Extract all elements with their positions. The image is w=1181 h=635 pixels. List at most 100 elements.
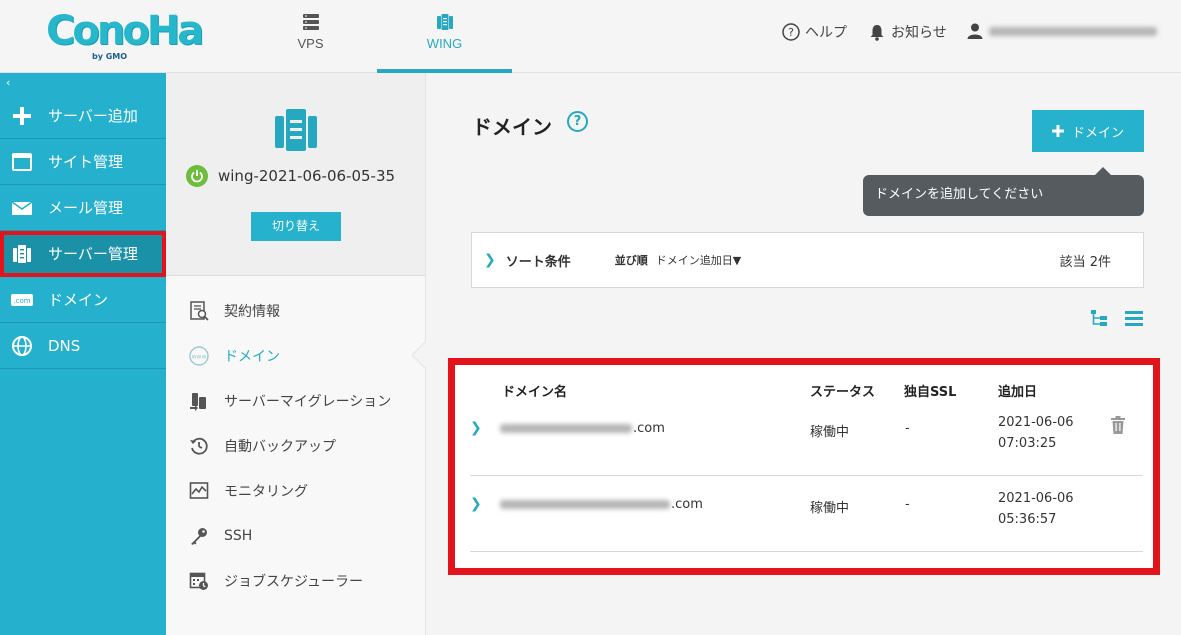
table-row[interactable]: ❯ .com 稼働中 - 2021-06-06 07:03:25 <box>470 400 1143 476</box>
domain-list: ドメイン名 ステータス 独自SSL 追加日 ❯ .com 稼働中 - 2021-… <box>448 358 1160 575</box>
server-icon <box>10 242 34 266</box>
added-date-day: 2021-06-06 <box>998 415 1074 430</box>
sidebar-item-server[interactable]: サーバー管理 <box>0 231 166 277</box>
menu-item-label: サーバーマイグレーション <box>224 393 392 410</box>
sidebar-item-label: DNS <box>48 336 81 355</box>
sidebar-item-label: サイト管理 <box>48 153 124 171</box>
menu-item-label: 自動バックアップ <box>224 438 336 455</box>
added-date-time: 05:36:57 <box>998 512 1057 527</box>
menu-item-domain[interactable]: www ドメイン <box>166 333 426 378</box>
domain-name[interactable]: .com <box>500 497 703 512</box>
plus-icon <box>1051 125 1064 137</box>
bell-icon <box>870 25 884 41</box>
sidebar-item-domain[interactable]: .com ドメイン <box>0 277 166 323</box>
sort-order-select[interactable]: ドメイン追加日▼ <box>656 252 741 268</box>
sort-order-label: 並び順 <box>614 254 648 267</box>
sidebar-item-site[interactable]: サイト管理 <box>0 139 166 185</box>
header-added-date: 追加日 <box>998 385 1038 400</box>
help-link[interactable]: ? ヘルプ <box>782 22 847 42</box>
server-large-icon <box>275 109 317 151</box>
add-domain-label: ドメイン <box>1071 125 1124 141</box>
calendar-clock-icon <box>188 570 210 592</box>
sidebar-item-label: サーバー管理 <box>48 245 138 263</box>
menu-item-contract[interactable]: 契約情報 <box>166 288 425 333</box>
result-count: 該当 2件 <box>1059 254 1111 270</box>
top-bar: ConoHa by GMO VPS WING ? ヘルプ お知らせ <box>0 0 1181 73</box>
view-toggle <box>1090 308 1144 328</box>
help-icon[interactable]: ? <box>567 111 588 132</box>
logo-text: ConoHa <box>46 8 204 54</box>
chevron-right-icon: ❯ <box>484 252 496 268</box>
server-name-text: wing-2021-06-06-05-35 <box>218 167 396 185</box>
list-view-icon[interactable] <box>1124 308 1144 328</box>
menu-item-ssh[interactable]: SSH <box>166 513 425 558</box>
browser-window-icon <box>10 150 34 174</box>
switch-server-button[interactable]: 切り替え <box>251 212 341 241</box>
header-ssl: 独自SSL <box>904 385 957 400</box>
logo-sub: by GMO <box>92 52 128 61</box>
tab-wing[interactable]: WING <box>377 0 512 73</box>
conoha-logo[interactable]: ConoHa by GMO <box>46 8 204 64</box>
sidebar-item-label: メール管理 <box>48 199 124 217</box>
status-text: 稼働中 <box>810 501 850 516</box>
server-rack-icon <box>302 14 319 30</box>
expand-chevron-icon[interactable]: ❯ <box>470 420 482 436</box>
user-menu[interactable] <box>966 22 1157 40</box>
contract-search-icon <box>188 300 210 322</box>
user-icon <box>967 23 983 39</box>
domain-suffix: .com <box>671 497 703 512</box>
add-domain-tooltip: ドメインを追加してください <box>863 167 1144 216</box>
server-menu: 契約情報 www ドメイン サーバーマイグレーション 自動バックアップ モニタリ… <box>166 276 426 603</box>
added-date-time: 07:03:25 <box>998 436 1057 451</box>
backup-clock-icon <box>188 435 210 457</box>
trash-icon[interactable] <box>1110 416 1126 434</box>
domain-suffix: .com <box>633 421 665 436</box>
sidebar-item-add-server[interactable]: サーバー追加 <box>0 93 166 139</box>
tree-view-icon[interactable] <box>1090 308 1110 328</box>
sort-bar[interactable]: ❯ ソート条件 並び順 ドメイン追加日▼ 該当 2件 <box>471 232 1144 288</box>
menu-item-label: SSH <box>224 527 253 544</box>
menu-item-migration[interactable]: サーバーマイグレーション <box>166 378 425 423</box>
help-label: ヘルプ <box>805 25 847 41</box>
menu-item-label: ジョブスケジューラー <box>224 573 364 590</box>
notice-link[interactable]: お知らせ <box>868 22 947 42</box>
plus-icon <box>10 104 34 128</box>
svg-text:?: ? <box>788 26 794 39</box>
key-icon <box>188 525 210 547</box>
domain-redacted <box>500 500 670 509</box>
notice-label: お知らせ <box>891 25 947 41</box>
ssl-text: - <box>905 497 910 512</box>
domain-name[interactable]: .com <box>500 421 665 436</box>
menu-item-label: ドメイン <box>224 348 280 365</box>
chevron-left-icon: ‹ <box>6 76 11 89</box>
menu-item-backup[interactable]: 自動バックアップ <box>166 423 425 468</box>
header-domain-name: ドメイン名 <box>502 385 568 400</box>
sidebar-item-dns[interactable]: DNS <box>0 323 166 369</box>
menu-item-monitoring[interactable]: モニタリング <box>166 468 425 513</box>
tab-vps[interactable]: VPS <box>243 0 378 73</box>
header-status: ステータス <box>810 385 876 400</box>
expand-chevron-icon[interactable]: ❯ <box>470 496 482 512</box>
user-email-redacted <box>989 26 1157 36</box>
menu-item-label: モニタリング <box>224 483 308 500</box>
migration-icon <box>188 390 210 412</box>
sidebar-item-mail[interactable]: メール管理 <box>0 185 166 231</box>
server-summary: wing-2021-06-06-05-35 切り替え <box>166 73 425 276</box>
svg-text:www: www <box>192 353 207 360</box>
ssl-text: - <box>905 421 910 436</box>
server-panel: wing-2021-06-06-05-35 切り替え 契約情報 www ドメイン <box>166 73 426 635</box>
domain-redacted <box>500 424 632 433</box>
sidebar: ‹ サーバー追加 サイト管理 メール管理 サーバー管理 .com ドメイン DN… <box>0 73 166 635</box>
wing-server-icon <box>436 14 453 30</box>
main-content: ドメイン ? ドメイン ドメインを追加してください ❯ ソート条件 並び順 ドメ… <box>426 73 1181 635</box>
table-row[interactable]: ❯ .com 稼働中 - 2021-06-06 05:36:57 <box>470 476 1143 552</box>
power-on-icon <box>186 165 208 187</box>
globe-icon <box>10 334 34 358</box>
menu-item-job-scheduler[interactable]: ジョブスケジューラー <box>166 558 425 603</box>
server-name: wing-2021-06-06-05-35 <box>186 165 395 187</box>
mail-icon <box>10 196 34 220</box>
added-date: 2021-06-06 07:03:25 <box>998 412 1074 454</box>
tab-vps-label: VPS <box>297 36 324 51</box>
sidebar-collapse-button[interactable]: ‹ <box>0 73 166 93</box>
add-domain-button[interactable]: ドメイン <box>1032 110 1144 152</box>
